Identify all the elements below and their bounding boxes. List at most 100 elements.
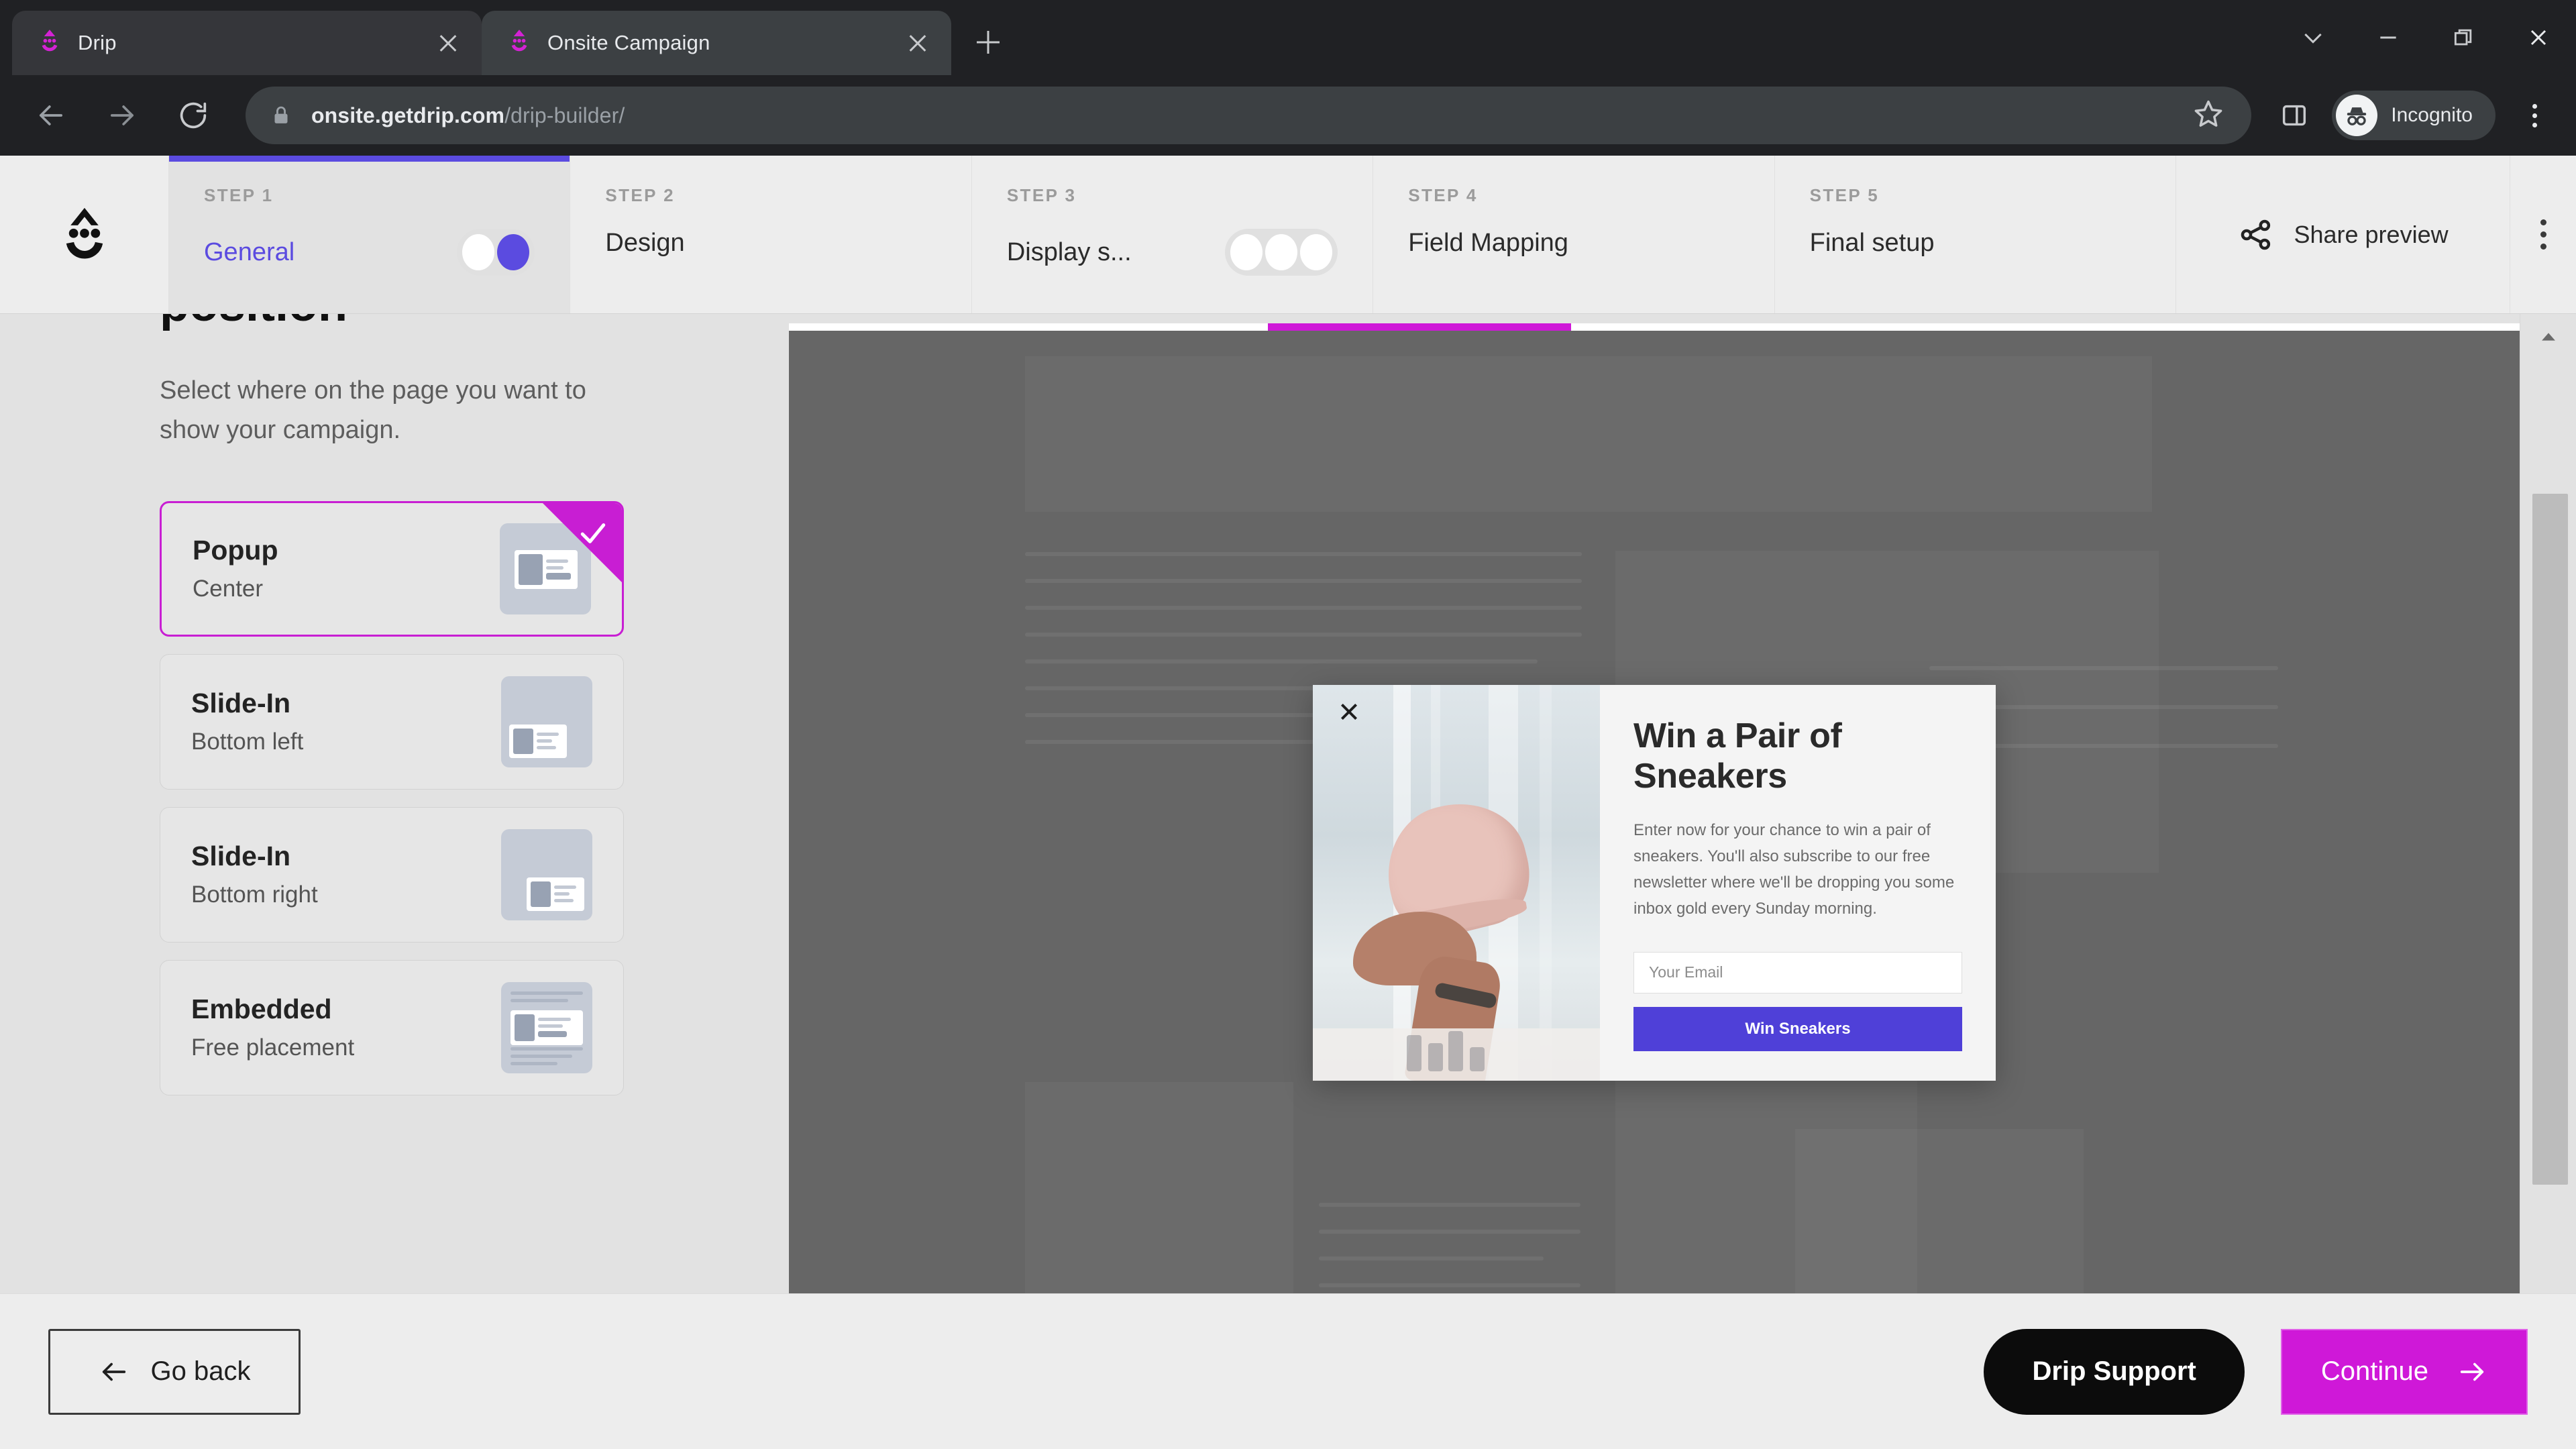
- close-icon[interactable]: [2501, 0, 2576, 75]
- arrow-right-icon: [2460, 1362, 2484, 1381]
- option-name: Slide-In: [191, 841, 291, 872]
- incognito-avatar-icon: [2336, 95, 2378, 136]
- step-tab-display-settings[interactable]: STEP 3 Display s...: [971, 156, 1374, 313]
- forward-arrow-icon[interactable]: [89, 82, 156, 149]
- step-number: STEP 3: [1006, 185, 1077, 205]
- tab-strip: Drip Onsite Campaign: [0, 0, 2576, 75]
- step-tab-final-setup[interactable]: STEP 5 Final setup: [1774, 156, 2177, 313]
- tab-close-icon[interactable]: [903, 28, 932, 58]
- address-bar[interactable]: onsite.getdrip.com/drip-builder/: [246, 87, 2252, 144]
- step-label: General: [204, 237, 295, 266]
- builder-body: position Select where on the page you wa…: [0, 314, 2576, 1449]
- step-label: Design: [605, 229, 685, 257]
- browser-tab-drip[interactable]: Drip: [12, 11, 482, 75]
- preview-canvas-area: Win a Pair of Sneakers Enter now for you…: [784, 314, 2576, 1449]
- browser-chrome: Drip Onsite Campaign onsite.getdrip.com/…: [0, 0, 2576, 156]
- option-position: Center: [193, 576, 264, 602]
- page-title: position: [160, 314, 624, 333]
- position-option-list: Popup Center Slide-In Bottom left Slide-…: [160, 500, 624, 1095]
- profile-label: Incognito: [2391, 104, 2473, 126]
- popup-close-icon[interactable]: [1337, 700, 1361, 724]
- slidein-bottom-right-thumbnail-icon: [501, 828, 592, 920]
- go-back-label: Go back: [150, 1356, 251, 1386]
- embedded-thumbnail-icon: [501, 981, 592, 1073]
- selected-check-badge: [543, 502, 622, 582]
- tab-title: Drip: [78, 31, 117, 54]
- popup-submit-button[interactable]: Win Sneakers: [1633, 1006, 1962, 1051]
- skeleton-block: [1025, 356, 2152, 512]
- canvas-scrollbar[interactable]: [2520, 314, 2576, 1449]
- go-back-button[interactable]: Go back: [48, 1328, 301, 1415]
- step-number: STEP 2: [605, 185, 675, 205]
- header-overflow-menu-icon[interactable]: [2510, 156, 2576, 313]
- chrome-menu-icon[interactable]: [2510, 91, 2559, 140]
- url-path: /drip-builder/: [504, 103, 625, 127]
- back-arrow-icon[interactable]: [17, 82, 85, 149]
- drip-support-button[interactable]: Drip Support: [1984, 1328, 2245, 1415]
- drip-favicon-icon: [511, 30, 527, 52]
- position-option-slidein-bottom-right[interactable]: Slide-In Bottom right: [160, 806, 624, 943]
- step-label: Display s...: [1006, 237, 1132, 266]
- option-name: Popup: [193, 535, 278, 566]
- drip-logo[interactable]: [0, 156, 169, 313]
- url-host: onsite.getdrip.com: [311, 103, 505, 127]
- popup-heading: Win a Pair of Sneakers: [1633, 716, 1842, 796]
- position-option-slidein-bottom-left[interactable]: Slide-In Bottom left: [160, 653, 624, 790]
- step-tab-design[interactable]: STEP 2 Design: [570, 156, 972, 313]
- drip-logo-icon: [66, 207, 103, 259]
- step-number: STEP 1: [204, 185, 274, 205]
- preview-website-mock: Win a Pair of Sneakers Enter now for you…: [789, 331, 2520, 1434]
- option-position: Free placement: [191, 1034, 355, 1061]
- arrow-left-icon: [102, 1362, 125, 1381]
- browser-tab-onsite-campaign[interactable]: Onsite Campaign: [482, 11, 951, 75]
- share-preview-button[interactable]: Share preview: [2176, 156, 2511, 313]
- address-bar-url: onsite.getdrip.com/drip-builder/: [311, 103, 625, 128]
- option-position: Bottom left: [191, 729, 304, 755]
- lock-icon: [274, 106, 288, 123]
- tab-search-icon[interactable]: [2275, 0, 2351, 75]
- preview-frame: Win a Pair of Sneakers Enter now for you…: [789, 323, 2520, 1434]
- side-panel-icon[interactable]: [2270, 91, 2318, 140]
- scroll-up-arrow-icon[interactable]: [2520, 317, 2576, 357]
- footer-actions: Drip Support Continue: [1984, 1328, 2528, 1415]
- step-tab-general[interactable]: STEP 1 General: [169, 156, 571, 313]
- tab-title: Onsite Campaign: [547, 31, 710, 54]
- step-progress-dots: [457, 229, 535, 276]
- continue-button[interactable]: Continue: [2280, 1328, 2528, 1415]
- reload-icon[interactable]: [160, 82, 227, 149]
- new-tab-button[interactable]: [965, 19, 1012, 66]
- star-icon[interactable]: [2191, 97, 2229, 134]
- step-number: STEP 4: [1408, 185, 1478, 205]
- option-name: Embedded: [191, 994, 332, 1025]
- step-navigation: STEP 1 General STEP 2 Design STEP 3 Disp…: [0, 156, 2576, 314]
- drip-builder-app: STEP 1 General STEP 2 Design STEP 3 Disp…: [0, 156, 2576, 1449]
- step-tab-field-mapping[interactable]: STEP 4 Field Mapping: [1373, 156, 1775, 313]
- settings-sidebar: position Select where on the page you wa…: [0, 314, 784, 1449]
- popup-email-input[interactable]: Your Email: [1633, 951, 1962, 994]
- profile-incognito-button[interactable]: Incognito: [2332, 91, 2496, 140]
- option-name: Slide-In: [191, 688, 291, 719]
- popup-body-text: Enter now for your chance to win a pair …: [1633, 821, 1955, 918]
- option-position: Bottom right: [191, 881, 318, 908]
- popup-content: Win a Pair of Sneakers Enter now for you…: [1600, 685, 1996, 1081]
- scrollbar-thumb[interactable]: [2532, 494, 2568, 1185]
- continue-label: Continue: [2320, 1356, 2428, 1386]
- position-option-embedded-free[interactable]: Embedded Free placement: [160, 959, 624, 1095]
- position-option-popup-center[interactable]: Popup Center: [160, 500, 624, 637]
- browser-toolbar: onsite.getdrip.com/drip-builder/ Incogni…: [0, 75, 2576, 156]
- check-icon: [580, 523, 606, 543]
- minimize-icon[interactable]: [2351, 0, 2426, 75]
- tab-close-icon[interactable]: [433, 28, 463, 58]
- step-label: Field Mapping: [1408, 229, 1568, 257]
- slidein-bottom-left-thumbnail-icon: [501, 676, 592, 767]
- step-label: Final setup: [1809, 229, 1935, 257]
- share-preview-label: Share preview: [2294, 220, 2449, 248]
- window-controls: [2275, 0, 2576, 75]
- drip-favicon-icon: [42, 30, 58, 52]
- restore-icon[interactable]: [2426, 0, 2501, 75]
- share-nodes-icon: [2241, 219, 2271, 250]
- popup-hero-image: [1313, 684, 1600, 1081]
- campaign-popup-preview[interactable]: Win a Pair of Sneakers Enter now for you…: [1313, 684, 1996, 1081]
- page-subtitle: Select where on the page you want to sho…: [160, 376, 586, 444]
- step-progress-dots: [1225, 229, 1338, 276]
